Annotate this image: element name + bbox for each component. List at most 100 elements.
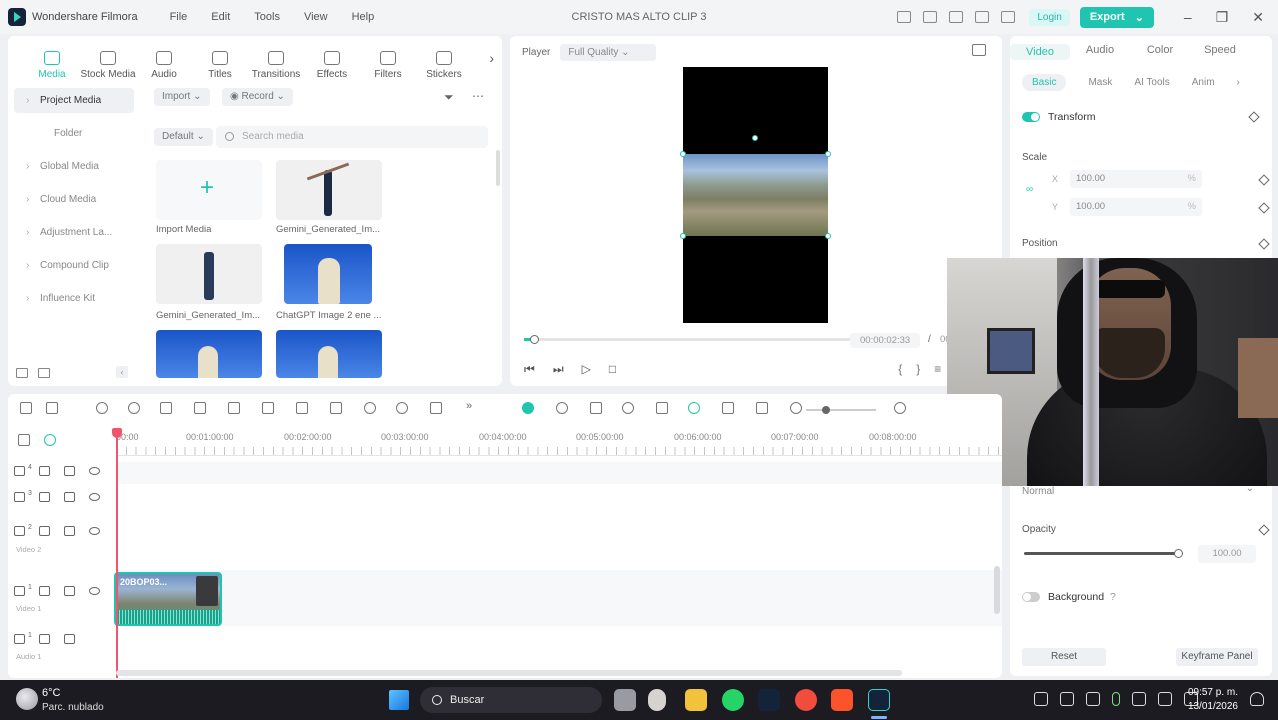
speaker-icon[interactable]: [64, 526, 75, 536]
keyframe-icon[interactable]: [1258, 524, 1270, 536]
clock[interactable]: 09:57 p. m. 13/01/2026: [1188, 686, 1238, 714]
lock-icon[interactable]: [39, 634, 50, 644]
keyframe-icon[interactable]: [1248, 111, 1260, 123]
sidebar-item-compound-clip[interactable]: Compound Clip: [14, 253, 134, 278]
eye-icon[interactable]: [89, 493, 100, 501]
help-icon[interactable]: ?: [1110, 591, 1116, 603]
mark-out-icon[interactable]: }: [916, 362, 920, 376]
snapshot-icon[interactable]: [972, 44, 986, 56]
pin-app-icon[interactable]: [648, 689, 666, 711]
next-frame-icon[interactable]: ⏭: [553, 362, 564, 377]
login-button[interactable]: Login: [1029, 8, 1070, 26]
scrubber-knob[interactable]: [530, 335, 540, 344]
menu-view[interactable]: View: [304, 11, 328, 23]
tab-speed[interactable]: Speed: [1190, 44, 1250, 60]
browser-icon[interactable]: [795, 689, 817, 711]
speed-icon[interactable]: [364, 402, 376, 414]
media-item-thumbnail[interactable]: [156, 330, 262, 378]
track-lane[interactable]: [116, 462, 1002, 484]
record-dropdown[interactable]: ◉ Record ⌄: [222, 88, 293, 106]
cloud-icon[interactable]: [949, 11, 964, 23]
monitor-icon[interactable]: [897, 11, 912, 23]
close-icon[interactable]: ✕: [1252, 9, 1264, 26]
zoom-slider[interactable]: [806, 406, 876, 414]
tab-audio[interactable]: Audio: [136, 51, 192, 80]
media-item-thumbnail[interactable]: [284, 244, 372, 304]
tab-effects[interactable]: Effects: [304, 51, 360, 80]
lock-icon[interactable]: [39, 492, 50, 502]
tab-stock-media[interactable]: Stock Media: [80, 51, 136, 80]
quality-dropdown[interactable]: Full Quality ⌄: [560, 44, 657, 61]
audio-adjust-icon[interactable]: [430, 402, 442, 414]
redo-icon[interactable]: [128, 402, 140, 414]
timeline-vertical-scrollbar[interactable]: [994, 566, 1000, 614]
subtab-basic[interactable]: Basic: [1022, 74, 1067, 91]
restore-icon[interactable]: ❐: [1216, 9, 1229, 26]
microphone-icon[interactable]: [622, 402, 634, 414]
sidebar-item-cloud-media[interactable]: Cloud Media: [14, 187, 134, 212]
tab-video[interactable]: Video: [1010, 44, 1070, 60]
chevron-up-icon[interactable]: [1034, 692, 1048, 706]
more-options-icon[interactable]: ⋯: [472, 89, 484, 103]
lock-icon[interactable]: [39, 526, 50, 536]
render-icon[interactable]: ≡: [934, 362, 941, 376]
windows-start-icon[interactable]: [389, 690, 409, 710]
tab-transitions[interactable]: Transitions: [248, 51, 304, 80]
opacity-slider-knob[interactable]: [1174, 549, 1183, 558]
folder-icon[interactable]: [38, 368, 50, 378]
whatsapp-icon[interactable]: [722, 689, 744, 711]
scale-x-input[interactable]: 100.00%: [1070, 170, 1202, 188]
track-lane[interactable]: [116, 488, 1002, 510]
chevron-right-icon[interactable]: ›: [489, 50, 494, 66]
timeline-horizontal-scrollbar[interactable]: [116, 670, 902, 676]
opacity-input[interactable]: 100.00: [1198, 545, 1256, 563]
opacity-slider[interactable]: [1024, 549, 1183, 558]
eye-icon[interactable]: [89, 527, 100, 535]
pip-icon[interactable]: [722, 402, 734, 414]
taskbar-search[interactable]: Buscar: [420, 687, 602, 713]
menu-edit[interactable]: Edit: [211, 11, 230, 23]
media-item-thumbnail[interactable]: [276, 160, 382, 220]
marker-icon[interactable]: [590, 402, 602, 414]
track-lane[interactable]: [116, 518, 1002, 558]
text-icon[interactable]: [262, 402, 274, 414]
track-lane[interactable]: [116, 570, 1002, 626]
media-scrollbar[interactable]: [496, 150, 500, 186]
media-item-thumbnail[interactable]: [156, 244, 262, 304]
subtab-ai-tools[interactable]: AI Tools: [1134, 77, 1169, 88]
weather-condition[interactable]: Parc. nublado: [42, 702, 104, 713]
reset-button[interactable]: Reset: [1022, 648, 1106, 666]
resize-handle[interactable]: [825, 233, 831, 239]
resize-handle[interactable]: [680, 233, 686, 239]
menu-file[interactable]: File: [170, 11, 188, 23]
chevron-right-icon[interactable]: ›: [1237, 77, 1240, 88]
weather-icon[interactable]: [16, 688, 38, 710]
network-settings-icon[interactable]: [1060, 692, 1074, 706]
temperature[interactable]: 6°C: [42, 687, 60, 699]
transform-toggle[interactable]: [1022, 112, 1040, 122]
mark-in-icon[interactable]: {: [898, 362, 902, 376]
filmora-active-icon[interactable]: [868, 689, 890, 711]
play-icon[interactable]: ▷: [582, 362, 591, 377]
rectangle-icon[interactable]: [296, 402, 308, 414]
undo-icon[interactable]: [96, 402, 108, 414]
eye-icon[interactable]: [89, 467, 100, 475]
sidebar-item-influence-kit[interactable]: Influence Kit: [14, 286, 134, 311]
render-preview-icon[interactable]: [522, 402, 534, 414]
background-toggle[interactable]: [1022, 592, 1040, 602]
import-dropdown[interactable]: Import ⌄: [154, 88, 210, 106]
save-icon[interactable]: [923, 11, 938, 23]
sidebar-item-project-media[interactable]: Project Media: [14, 88, 134, 113]
gmail-icon[interactable]: [1086, 692, 1100, 706]
notification-bell-icon[interactable]: [1250, 692, 1264, 706]
keyframe-icon[interactable]: [1258, 174, 1270, 186]
resize-handle[interactable]: [825, 151, 831, 157]
delete-icon[interactable]: [160, 402, 172, 414]
video-preview[interactable]: [680, 67, 831, 323]
search-media-input[interactable]: Search media: [216, 126, 488, 148]
link-icon[interactable]: [44, 434, 56, 446]
subtab-animation[interactable]: Anim: [1192, 77, 1215, 88]
previous-frame-icon[interactable]: ⏮: [524, 362, 535, 377]
audio-mix-icon[interactable]: [656, 402, 668, 414]
playback-scrubber[interactable]: [524, 335, 858, 344]
